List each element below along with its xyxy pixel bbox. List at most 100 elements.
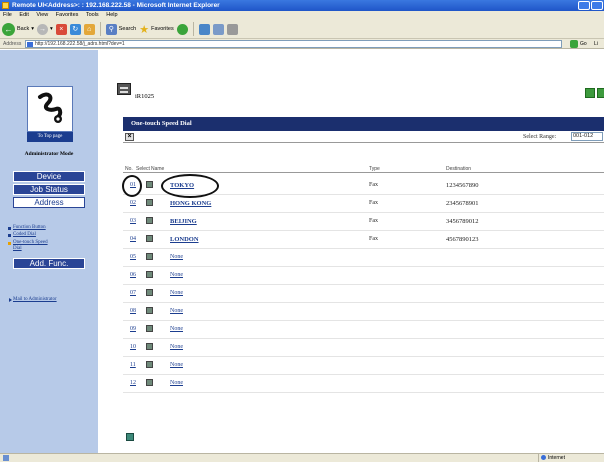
entry-name-link[interactable]: None	[170, 254, 183, 260]
close-icon[interactable]: ×	[125, 133, 134, 141]
table-row: 05 None	[123, 250, 604, 267]
window-title: Remote UI<Address>: : 192.168.222.58 - M…	[12, 2, 220, 9]
mail-icon[interactable]	[212, 23, 224, 35]
col-select: Select	[136, 166, 150, 172]
toolbar-separator	[99, 22, 101, 36]
status-bar: Internet	[0, 453, 604, 462]
entry-name-link[interactable]: None	[170, 326, 183, 332]
help-icon[interactable]	[597, 88, 604, 98]
entry-name-link[interactable]: None	[170, 362, 183, 368]
entry-number-link[interactable]: 03	[130, 218, 136, 224]
menu-tools[interactable]: Tools	[86, 12, 99, 18]
maximize-button[interactable]	[591, 1, 603, 10]
select-checkbox[interactable]	[146, 235, 153, 242]
select-checkbox[interactable]	[146, 217, 153, 224]
entry-name-link[interactable]: LONDON	[170, 236, 199, 243]
sub-item-one-touch-speed-dial[interactable]: One-touch Speed Dial	[8, 240, 55, 252]
entry-name-link[interactable]: BEIJING	[170, 218, 197, 225]
sidebar: To Top page Administrator Mode Device Jo…	[0, 50, 98, 453]
nav-add-func[interactable]: Add. Func.	[13, 258, 85, 269]
main-content: iR1025 One-touch Speed Dial × Select Ran…	[98, 50, 604, 453]
menu-edit[interactable]: Edit	[19, 12, 28, 18]
entry-number-link[interactable]: 06	[130, 272, 136, 278]
refresh-icon[interactable]	[585, 88, 595, 98]
select-checkbox[interactable]	[146, 271, 153, 278]
mail-to-administrator-link[interactable]: Mail to Administrator	[9, 297, 73, 303]
nav-address[interactable]: Address	[13, 197, 85, 208]
select-range-label: Select Range:	[523, 134, 557, 140]
print-icon[interactable]	[226, 23, 238, 35]
history-icon[interactable]	[198, 23, 210, 35]
minimize-button[interactable]	[578, 1, 590, 10]
table-row: 09 None	[123, 322, 604, 339]
select-checkbox[interactable]	[146, 343, 153, 350]
address-input[interactable]: http://192.168.222.58/j_adrs.html?dev=1	[25, 40, 562, 48]
entry-number-link[interactable]: 05	[130, 254, 136, 260]
col-type: Type	[369, 166, 380, 172]
table-row: 10 None	[123, 340, 604, 357]
remote-ui-logo[interactable]	[27, 86, 73, 132]
remote-ui-logo-icon	[38, 92, 63, 123]
nav-job-status[interactable]: Job Status	[13, 184, 85, 195]
table-row: 06 None	[123, 268, 604, 285]
entry-name-link[interactable]: None	[170, 290, 183, 296]
administrator-mode-label: Administrator Mode	[24, 151, 74, 157]
select-checkbox[interactable]	[146, 253, 153, 260]
address-label: Address	[3, 41, 22, 47]
select-checkbox[interactable]	[146, 325, 153, 332]
entry-number-link[interactable]: 02	[130, 200, 136, 206]
select-checkbox[interactable]	[146, 199, 153, 206]
menu-favorites[interactable]: Favorites	[56, 12, 79, 18]
entry-number-link[interactable]: 09	[130, 326, 136, 332]
go-icon[interactable]	[570, 40, 578, 48]
favorites-label: Favorites	[151, 26, 174, 32]
go-label[interactable]: Go	[580, 39, 587, 49]
entry-number-link[interactable]: 04	[130, 236, 136, 242]
toolbar-separator	[192, 22, 194, 36]
entry-name-link[interactable]: None	[170, 272, 183, 278]
entry-number-link[interactable]: 11	[130, 362, 136, 368]
links-label[interactable]: Li	[594, 39, 598, 49]
entry-name-link[interactable]: None	[170, 344, 183, 350]
page-top-icon[interactable]	[126, 433, 134, 441]
stop-icon[interactable]: ×	[55, 23, 67, 35]
sub-item-function-button[interactable]: Function Button	[8, 225, 46, 231]
select-checkbox[interactable]	[146, 289, 153, 296]
favorites-button[interactable]: ★ Favorites	[139, 23, 174, 36]
refresh-icon[interactable]: ↻	[69, 23, 81, 35]
top-page-button[interactable]: To Top page	[27, 132, 73, 142]
forward-arrow-icon: →	[37, 23, 48, 35]
table-row: 04 LONDON Fax 4567890123	[123, 232, 604, 249]
select-checkbox[interactable]	[146, 181, 153, 188]
table-row: 12 None	[123, 376, 604, 393]
select-range-dropdown[interactable]: 001-012	[571, 132, 603, 141]
back-button[interactable]: ← Back ▾	[2, 22, 34, 36]
select-checkbox[interactable]	[146, 307, 153, 314]
table-row: 03 BEIJING Fax 3456789012	[123, 214, 604, 231]
forward-button[interactable]: → ▾	[37, 23, 53, 35]
nav-device[interactable]: Device	[13, 171, 85, 182]
entry-number-link[interactable]: 08	[130, 308, 136, 314]
entry-number-link[interactable]: 12	[130, 380, 136, 386]
select-checkbox[interactable]	[146, 361, 153, 368]
dropdown-arrow-icon: ▾	[31, 26, 34, 32]
home-icon[interactable]: ⌂	[83, 23, 95, 35]
col-destination: Destination	[446, 166, 472, 172]
col-no: No.	[125, 166, 133, 172]
entry-type: Fax	[369, 218, 378, 224]
entry-number-link[interactable]: 07	[130, 290, 136, 296]
search-button[interactable]: ⚲ Search	[105, 23, 136, 35]
printer-icon	[117, 83, 131, 95]
entry-destination: 3456789012	[446, 218, 479, 225]
col-name: Name	[151, 166, 165, 172]
select-checkbox[interactable]	[146, 379, 153, 386]
entry-number-link[interactable]: 10	[130, 344, 136, 350]
entry-name-link[interactable]: None	[170, 308, 183, 314]
menu-file[interactable]: File	[3, 12, 12, 18]
entry-name-link[interactable]: HONG KONG	[170, 200, 211, 207]
sub-item-coded-dial[interactable]: Coded Dial	[8, 232, 36, 238]
entry-name-link[interactable]: None	[170, 380, 183, 386]
menu-view[interactable]: View	[36, 12, 48, 18]
media-icon[interactable]	[176, 23, 188, 35]
menu-help[interactable]: Help	[106, 12, 117, 18]
